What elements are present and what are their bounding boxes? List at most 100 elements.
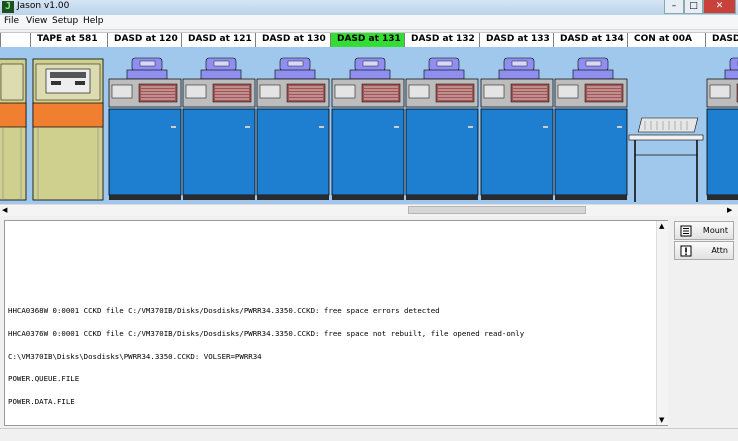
cabinet-base bbox=[183, 195, 255, 200]
maximize-button[interactable]: □ bbox=[684, 0, 703, 14]
device-tab-strip: TAPE at 581 DASD at 120 DASD at 121 DASD at… bbox=[0, 32, 738, 48]
drive-cabinet bbox=[405, 108, 479, 196]
device-tab[interactable]: DASD at 134 bbox=[553, 33, 627, 47]
device-tab[interactable]: DASD at 133 bbox=[479, 33, 553, 47]
tape-window bbox=[0, 63, 24, 101]
console-table-top bbox=[628, 134, 704, 141]
drive-cabinet bbox=[108, 108, 182, 196]
attention-icon bbox=[680, 245, 692, 257]
horizontal-scrollbar[interactable]: ◀ ▶ bbox=[0, 204, 738, 216]
volser-plate bbox=[362, 60, 379, 67]
device-tab[interactable] bbox=[0, 33, 30, 47]
drive-cabinet bbox=[256, 108, 330, 196]
cabinet-badge bbox=[617, 126, 622, 128]
volser-plate bbox=[287, 60, 304, 67]
app-icon: J bbox=[2, 1, 14, 13]
disk-pack-base bbox=[498, 69, 540, 80]
disk-pack-base bbox=[724, 69, 738, 80]
scroll-down-arrow-icon[interactable]: ▼ bbox=[659, 416, 664, 424]
device-tab[interactable]: TAPE at 581 bbox=[30, 33, 107, 47]
cabinet-badge bbox=[394, 126, 399, 128]
menu-help[interactable]: Help bbox=[83, 16, 104, 26]
cabinet-badge bbox=[468, 126, 473, 128]
drive-cabinet bbox=[480, 108, 554, 196]
cabinet-badge bbox=[543, 126, 548, 128]
console-keyboard bbox=[637, 117, 699, 133]
device-tab[interactable]: DASD at 131 bbox=[330, 33, 404, 47]
mount-button[interactable]: Mount bbox=[674, 221, 734, 240]
drive-panel bbox=[709, 84, 731, 99]
console-output[interactable]: HHCA0368W 0:0001 CCKD file C:/VM370IB/Di… bbox=[4, 220, 668, 426]
vertical-scrollbar[interactable]: ▲ ▼ bbox=[656, 221, 668, 425]
device-tab[interactable]: CON at 00A bbox=[627, 33, 705, 47]
mount-label: Mount bbox=[702, 226, 728, 235]
device-tab[interactable]: DASD bbox=[705, 33, 738, 47]
drive-panel bbox=[408, 84, 430, 99]
cabinet-base bbox=[406, 195, 478, 200]
drive-cabinet bbox=[182, 108, 256, 196]
cabinet-base bbox=[555, 195, 627, 200]
cabinet-badge bbox=[245, 126, 250, 128]
volser-plate bbox=[436, 60, 453, 67]
volser-plate bbox=[585, 60, 602, 67]
volser-plate bbox=[511, 60, 528, 67]
scroll-right-arrow-icon[interactable]: ▶ bbox=[727, 206, 732, 214]
menu-view[interactable]: View bbox=[26, 16, 47, 26]
status-bar bbox=[0, 428, 738, 441]
cabinet-base bbox=[109, 195, 181, 200]
close-button[interactable]: ✕ bbox=[703, 0, 736, 14]
scroll-up-arrow-icon[interactable]: ▲ bbox=[659, 222, 664, 230]
device-panel: DOSR34PWRR34WORK01VSAM01OPTLB1 bbox=[0, 47, 738, 204]
disk-pack-base bbox=[200, 69, 242, 80]
volser-plate bbox=[139, 60, 156, 67]
tape-control-panel bbox=[0, 102, 27, 128]
console-line: POWER.DATA.FILE bbox=[8, 397, 75, 407]
drive-panel bbox=[557, 84, 579, 99]
mount-icon bbox=[680, 225, 692, 237]
cabinet-base bbox=[481, 195, 553, 200]
cabinet-base bbox=[332, 195, 404, 200]
drive-panel bbox=[185, 84, 207, 99]
drive-cabinet bbox=[331, 108, 405, 196]
menu-file[interactable]: File bbox=[4, 16, 19, 26]
menu-setup[interactable]: Setup bbox=[52, 16, 78, 26]
cabinet-badge bbox=[171, 126, 176, 128]
disk-pack-base bbox=[126, 69, 168, 80]
disk-pack-base bbox=[423, 69, 465, 80]
disk-pack-cover bbox=[729, 57, 738, 72]
device-tab[interactable]: DASD at 130 bbox=[255, 33, 330, 47]
drive-panel bbox=[259, 84, 281, 99]
device-tab[interactable]: DASD at 132 bbox=[404, 33, 479, 47]
tape-control-panel bbox=[32, 102, 104, 128]
cabinet-badge bbox=[319, 126, 324, 128]
console-line: POWER.QUEUE.FILE bbox=[8, 374, 80, 384]
cabinet-base bbox=[257, 195, 329, 200]
cabinet-base bbox=[707, 195, 738, 200]
drive-cabinet bbox=[554, 108, 628, 196]
scroll-thumb[interactable] bbox=[408, 206, 586, 214]
console-line: HHCA0376W 0:0001 CCKD file C:/VM370IB/Di… bbox=[8, 328, 525, 338]
title-bar: J Jason v1.00 – □ ✕ bbox=[0, 0, 738, 15]
attn-button[interactable]: Attn bbox=[674, 241, 734, 260]
tape-reel bbox=[75, 81, 85, 85]
console-line: C:\VM370IB\Disks\Dosdisks\PWRR34.3350.CC… bbox=[8, 351, 262, 361]
scroll-left-arrow-icon[interactable]: ◀ bbox=[2, 206, 7, 214]
console-log: HHCA0368W 0:0001 CCKD file C:/VM370IB/Di… bbox=[8, 292, 524, 421]
minimize-button[interactable]: – bbox=[664, 0, 684, 14]
console-line: HHCA0368W 0:0001 CCKD file C:/VM370IB/Di… bbox=[8, 306, 440, 316]
drive-panel bbox=[111, 84, 133, 99]
device-tab[interactable]: DASD at 120 bbox=[107, 33, 181, 47]
drive-cabinet bbox=[706, 108, 738, 196]
disk-pack-base bbox=[274, 69, 316, 80]
menu-bar: File View Setup Help bbox=[0, 15, 738, 30]
volser-plate bbox=[213, 60, 230, 67]
tape-reel bbox=[51, 81, 61, 85]
window-title: Jason v1.00 bbox=[17, 1, 70, 11]
drive-panel bbox=[483, 84, 505, 99]
device-tab[interactable]: DASD at 121 bbox=[181, 33, 255, 47]
disk-pack-base bbox=[349, 69, 391, 80]
drive-panel bbox=[334, 84, 356, 99]
tape-slot bbox=[50, 72, 86, 78]
disk-pack-base bbox=[572, 69, 614, 80]
device-graphics: DOSR34PWRR34WORK01VSAM01OPTLB1 bbox=[0, 57, 738, 202]
